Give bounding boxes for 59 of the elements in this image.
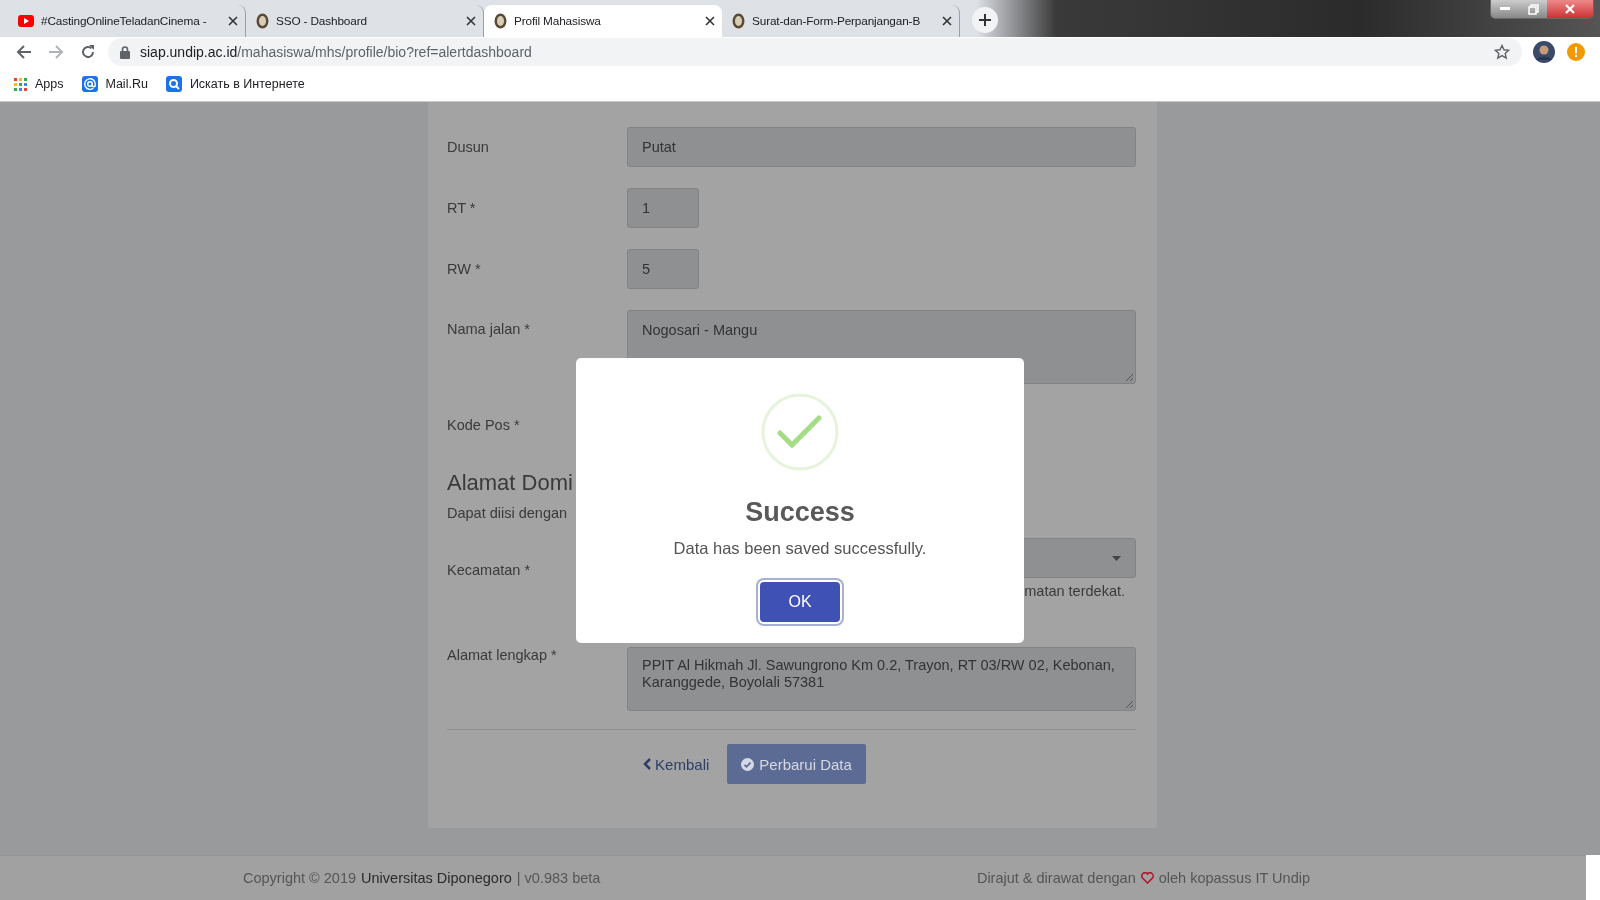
- close-icon[interactable]: [942, 16, 952, 26]
- check-circle-icon: [741, 757, 755, 771]
- minimize-button[interactable]: [1491, 0, 1519, 18]
- caret-icon: [1112, 555, 1121, 561]
- section-note: Dapat diisi dengan: [447, 505, 568, 521]
- resize-grip-icon[interactable]: [1125, 700, 1133, 708]
- restore-icon: [1527, 3, 1539, 15]
- apps-grid-icon: [14, 77, 27, 91]
- address-bar[interactable]: siap.undip.ac.id/mahasiswa/mhs/profile/bio?ref=alertdashboard: [108, 38, 1522, 66]
- chevron-left-icon: [643, 758, 652, 770]
- back-link[interactable]: Kembali: [643, 755, 710, 773]
- bookmark-link[interactable]: Mail.Ru: [105, 77, 148, 91]
- credit-text: oleh kopassus IT Undip: [1158, 870, 1310, 886]
- browser-tab[interactable]: Profil Mahasiswa: [484, 5, 722, 37]
- seal-icon: [256, 13, 269, 29]
- restore-button[interactable]: [1519, 0, 1547, 18]
- back-arrow-icon[interactable]: [16, 44, 32, 60]
- seal-icon: [494, 13, 507, 29]
- close-icon[interactable]: [466, 16, 476, 26]
- avatar-icon[interactable]: [1533, 41, 1555, 63]
- at-sign-icon: [81, 76, 98, 92]
- plus-icon: [979, 14, 991, 26]
- field-label: Dusun: [447, 139, 489, 155]
- reload-icon[interactable]: [80, 44, 96, 60]
- input-field[interactable]: Putat: [627, 127, 1136, 167]
- copyright-text: Copyright © 2019: [243, 870, 357, 886]
- field-label: Nama jalan *: [447, 321, 530, 337]
- bookmark-link[interactable]: Искать в Интернете: [189, 77, 305, 91]
- text-area[interactable]: PPIT Al Hikmah Jl. Sawungrono Km 0.2, Trayon, RT 03/RW 02, Kebonan, Karanggede, Boyolali 57381: [627, 647, 1136, 711]
- dialog-title: Success: [745, 497, 855, 528]
- seal-icon: [732, 13, 745, 29]
- university-link[interactable]: Universitas Diponegoro: [361, 870, 512, 886]
- dialog-message: Data has been saved successfully.: [673, 539, 927, 558]
- section-heading: Alamat Domi: [447, 469, 574, 497]
- star-icon[interactable]: [1494, 44, 1510, 60]
- input-field[interactable]: 5: [627, 249, 699, 289]
- bookmark-link[interactable]: Apps: [35, 77, 64, 91]
- field-label: Kecamatan *: [447, 561, 531, 578]
- version-text: | v0.983 beta: [516, 870, 601, 886]
- heart-icon: [1140, 872, 1154, 884]
- close-window-button[interactable]: [1547, 0, 1593, 18]
- new-tab-button[interactable]: [972, 7, 998, 33]
- close-icon: [1565, 4, 1575, 14]
- close-icon[interactable]: [228, 16, 238, 26]
- field-label: RW *: [447, 261, 481, 277]
- input-field[interactable]: 1: [627, 188, 699, 228]
- field-label: Kode Pos *: [447, 417, 520, 433]
- update-data-button[interactable]: Perbarui Data: [727, 744, 866, 784]
- checkmark-icon: [761, 393, 839, 471]
- lock-icon: [120, 45, 130, 59]
- video-play-icon: [18, 15, 34, 27]
- field-label: RT *: [447, 200, 476, 216]
- credit-text: Dirajut & dirawat dengan: [976, 870, 1136, 886]
- help-text: matan terdekat.: [1024, 583, 1125, 599]
- close-icon[interactable]: [705, 16, 715, 26]
- minimize-icon: [1500, 7, 1510, 11]
- search-icon: [165, 76, 182, 92]
- resize-grip-icon[interactable]: [1125, 373, 1133, 381]
- field-label: Alamat lengkap *: [447, 647, 557, 663]
